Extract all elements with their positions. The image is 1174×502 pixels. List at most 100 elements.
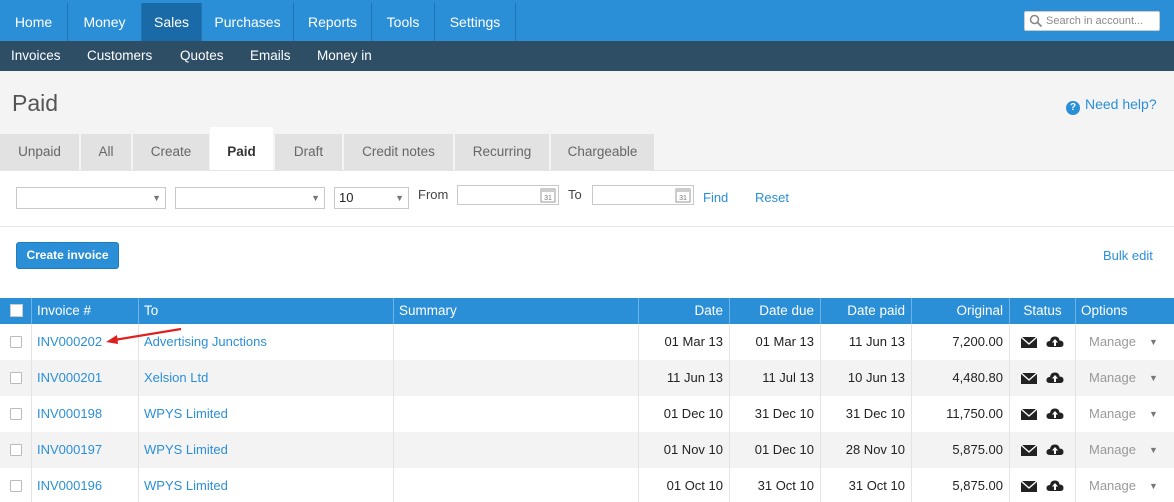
chevron-down-icon[interactable]: ▼	[1149, 324, 1158, 360]
chevron-down-icon[interactable]: ▼	[1149, 360, 1158, 396]
select-all-checkbox[interactable]	[10, 304, 23, 317]
date-paid-cell: 31 Dec 10	[821, 396, 912, 432]
column-header-options: Options	[1081, 303, 1128, 318]
sub-nav-invoices[interactable]: Invoices	[11, 41, 61, 71]
top-nav-home[interactable]: Home	[0, 3, 68, 41]
original-amount-cell: 5,875.00	[912, 468, 1010, 502]
cloud-upload-icon[interactable]	[1046, 479, 1064, 493]
tab-all[interactable]: All	[81, 134, 132, 170]
calendar-icon[interactable]: 31	[540, 187, 556, 203]
to-label: To	[568, 187, 582, 202]
filter-select-1[interactable]: ▼	[16, 187, 166, 209]
customer-link[interactable]: WPYS Limited	[139, 396, 394, 432]
calendar-day-label: 31	[544, 195, 552, 202]
email-icon[interactable]	[1020, 479, 1038, 493]
sub-nav-quotes[interactable]: Quotes	[180, 41, 224, 71]
tab-draft[interactable]: Draft	[275, 134, 343, 170]
top-nav-sales[interactable]: Sales	[142, 3, 202, 41]
tab-chargeable[interactable]: Chargeable	[551, 134, 655, 170]
find-link[interactable]: Find	[703, 190, 728, 205]
tab-unpaid[interactable]: Unpaid	[0, 134, 80, 170]
chevron-down-icon[interactable]: ▼	[1149, 468, 1158, 502]
date-paid-cell: 10 Jun 13	[821, 360, 912, 396]
cloud-upload-icon[interactable]	[1046, 443, 1064, 457]
column-header-date-due[interactable]: Date due	[730, 298, 821, 324]
row-checkbox[interactable]	[10, 372, 22, 384]
table-row: INV000196 WPYS Limited 01 Oct 10 31 Oct 10 3…	[0, 468, 1174, 502]
row-checkbox[interactable]	[10, 408, 22, 420]
search-icon	[1029, 14, 1043, 28]
invoice-number-link[interactable]: INV000197	[32, 432, 139, 468]
email-icon[interactable]	[1020, 371, 1038, 385]
per-page-value: 10	[339, 190, 354, 205]
invoice-number-link[interactable]: INV000201	[32, 360, 139, 396]
top-nav-money[interactable]: Money	[68, 3, 142, 41]
create-invoice-button[interactable]: Create invoice	[16, 242, 119, 269]
date-due-cell: 31 Dec 10	[730, 396, 821, 432]
sub-nav-emails[interactable]: Emails	[250, 41, 291, 71]
email-icon[interactable]	[1020, 407, 1038, 421]
tab-paid[interactable]: Paid	[210, 127, 274, 170]
bulk-edit-link[interactable]: Bulk edit	[1103, 248, 1153, 263]
row-checkbox-cell	[0, 324, 32, 360]
column-header-original[interactable]: Original	[912, 298, 1010, 324]
column-header-date[interactable]: Date	[639, 298, 730, 324]
invoice-number-link[interactable]: INV000198	[32, 396, 139, 432]
column-header-summary[interactable]: Summary	[394, 298, 639, 324]
row-checkbox-cell	[0, 360, 32, 396]
cloud-upload-icon[interactable]	[1046, 407, 1064, 421]
email-icon[interactable]	[1020, 443, 1038, 457]
sub-nav-money-in[interactable]: Money in	[317, 41, 372, 71]
column-header-to[interactable]: To	[139, 298, 394, 324]
search-input[interactable]	[1046, 13, 1158, 29]
cloud-upload-icon[interactable]	[1046, 335, 1064, 349]
manage-dropdown[interactable]: Manage	[1089, 396, 1136, 432]
top-nav-purchases[interactable]: Purchases	[202, 3, 294, 41]
date-paid-cell: 11 Jun 13	[821, 324, 912, 360]
invoice-number-link[interactable]: INV000196	[32, 468, 139, 502]
chevron-down-icon: ▼	[395, 193, 404, 203]
column-header-date-paid[interactable]: Date paid	[821, 298, 912, 324]
manage-dropdown[interactable]: Manage	[1089, 360, 1136, 396]
top-nav-tools[interactable]: Tools	[372, 3, 435, 41]
chevron-down-icon[interactable]: ▼	[1149, 396, 1158, 432]
header-checkbox-cell	[0, 298, 32, 324]
row-checkbox-cell	[0, 468, 32, 502]
to-date-input[interactable]: 31	[592, 185, 694, 205]
tab-recurring[interactable]: Recurring	[455, 134, 550, 170]
question-icon: ?	[1066, 101, 1080, 115]
top-nav-reports[interactable]: Reports	[294, 3, 372, 41]
chevron-down-icon[interactable]: ▼	[1149, 432, 1158, 468]
table-row: INV000198 WPYS Limited 01 Dec 10 31 Dec 10 3…	[0, 396, 1174, 432]
manage-dropdown[interactable]: Manage	[1089, 432, 1136, 468]
customer-link[interactable]: Xelsion Ltd	[139, 360, 394, 396]
tab-credit-notes[interactable]: Credit notes	[344, 134, 454, 170]
date-cell: 01 Oct 10	[639, 468, 730, 502]
email-icon[interactable]	[1020, 335, 1038, 349]
reset-link[interactable]: Reset	[755, 190, 789, 205]
table-header: Invoice # To Summary Date Date due Date …	[0, 298, 1174, 324]
sub-nav-customers[interactable]: Customers	[87, 41, 152, 71]
row-checkbox[interactable]	[10, 444, 22, 456]
filter-select-2[interactable]: ▼	[175, 187, 325, 209]
cloud-upload-icon[interactable]	[1046, 371, 1064, 385]
customer-link[interactable]: WPYS Limited	[139, 432, 394, 468]
tab-create[interactable]: Create	[133, 134, 210, 170]
manage-dropdown[interactable]: Manage	[1089, 468, 1136, 502]
row-checkbox[interactable]	[10, 336, 22, 348]
date-cell: 01 Nov 10	[639, 432, 730, 468]
manage-dropdown[interactable]: Manage	[1089, 324, 1136, 360]
row-checkbox[interactable]	[10, 480, 22, 492]
calendar-icon[interactable]: 31	[675, 187, 691, 203]
original-amount-cell: 5,875.00	[912, 432, 1010, 468]
customer-link[interactable]: WPYS Limited	[139, 468, 394, 502]
help-link[interactable]: ? Need help?	[1066, 95, 1157, 115]
top-nav-settings[interactable]: Settings	[435, 3, 516, 41]
table-row: INV000201 Xelsion Ltd 11 Jun 13 11 Jul 13 10…	[0, 360, 1174, 396]
per-page-select[interactable]: 10 ▼	[334, 187, 409, 209]
calendar-day-label: 31	[679, 195, 687, 202]
chevron-down-icon: ▼	[311, 193, 320, 203]
help-link-label: Need help?	[1085, 96, 1157, 112]
from-date-input[interactable]: 31	[457, 185, 559, 205]
column-header-invoice[interactable]: Invoice #	[32, 298, 139, 324]
